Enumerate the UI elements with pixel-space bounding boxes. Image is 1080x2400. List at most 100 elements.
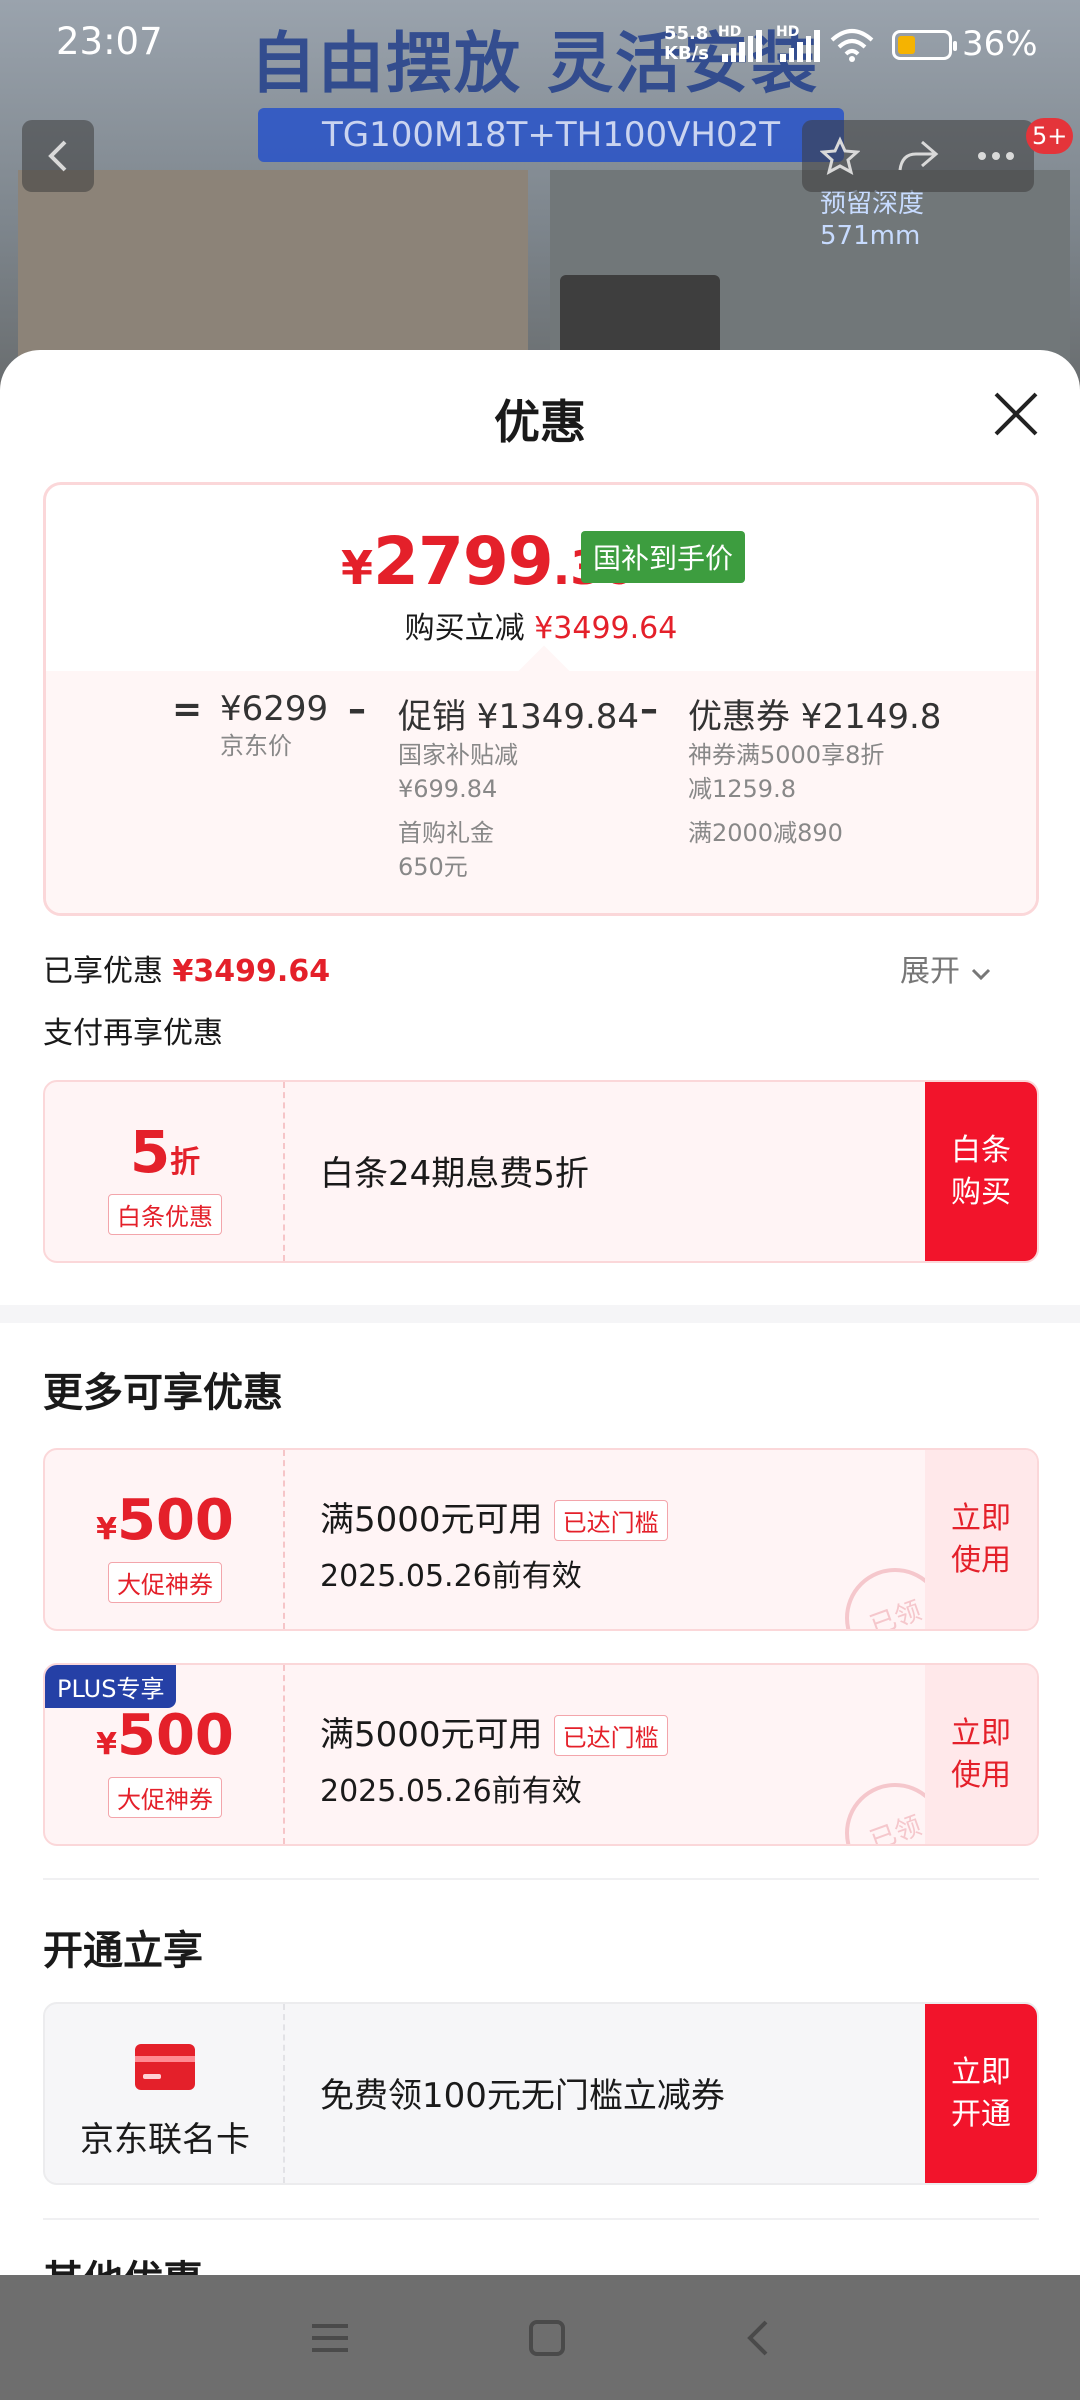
share-icon[interactable] — [896, 136, 940, 176]
star-icon[interactable] — [820, 136, 860, 176]
coupon-card: ¥500 大促神券 满5000元可用 已达门槛 2025.05.26前有效 已领… — [43, 1448, 1039, 1631]
divider — [43, 1878, 1039, 1880]
promo-item: 首购礼金 — [398, 819, 494, 847]
depth-value: 571mm — [820, 221, 921, 251]
coupon-item: 满2000减890 — [688, 819, 843, 847]
coupon-type-wrap: 大促神券 — [45, 1777, 285, 1818]
section-divider — [0, 1305, 1080, 1323]
coupon-currency: ¥ — [96, 1512, 117, 1547]
battery-icon — [892, 30, 957, 60]
baitiao-discount-value: 5折 — [45, 1118, 285, 1186]
base-price-label: 京东价 — [220, 732, 292, 760]
home-square-icon[interactable] — [527, 2318, 567, 2358]
card-name: 京东联名卡 — [80, 2120, 250, 2160]
pay-more-label: 支付再享优惠 — [43, 1016, 223, 1051]
coupon-amount-number: 500 — [116, 1488, 234, 1553]
system-nav-bar — [0, 2275, 1080, 2400]
claimed-stamp-text: 已领 — [866, 1595, 926, 1631]
depth-annotation: 预留深度 571mm — [820, 188, 924, 252]
coupon-status-tag: 已达门槛 — [553, 1500, 668, 1541]
instant-cut: 购买立减 ¥3499.64 — [46, 603, 1036, 647]
coupon-validity: 2025.05.26前有效 — [320, 1559, 582, 1594]
product-model: TG100M18T+TH100VH02T — [258, 108, 844, 162]
divider — [43, 2218, 1039, 2220]
promo-item: ¥699.84 — [398, 775, 498, 803]
sheet-title: 优惠 — [494, 395, 586, 449]
menu-icon[interactable] — [308, 2320, 352, 2356]
subsidy-price-tag: 国补到手价 — [581, 531, 746, 583]
card-offer-description: 免费领100元无门槛立减券 — [320, 2076, 725, 2116]
breakdown-minus-1: – — [348, 689, 366, 730]
minus-sign: – — [348, 689, 366, 730]
baitiao-tag: 白条优惠 — [108, 1194, 222, 1235]
enjoyed-amount: ¥3499.64 — [172, 954, 331, 989]
product-actions — [802, 120, 1034, 192]
enjoyed-label: 已享优惠 — [43, 954, 163, 989]
coupon-item: 神券满5000享8折 — [688, 741, 885, 769]
breakdown-base: ¥6299 京东价 — [220, 689, 328, 763]
discount-unit: 折 — [170, 1145, 201, 1180]
price-currency: ¥ — [341, 541, 374, 595]
baitiao-offer-card: 5折 白条优惠 白条24期息费5折 白条购买 — [43, 1080, 1039, 1263]
price-breakdown: = ¥6299 京东价 – 促销 ¥1349.84 国家补贴减 ¥699.84 … — [46, 671, 1036, 913]
breakdown-coupon: 优惠券 ¥2149.8 神券满5000享8折 减1259.8 满2000减890 — [688, 689, 941, 850]
expand-button[interactable]: 展开 — [900, 946, 992, 990]
close-icon[interactable] — [990, 388, 1042, 440]
price-integer: 2799 — [373, 523, 554, 600]
wifi-icon — [830, 29, 874, 62]
coupon-info: 满5000元可用 已达门槛 2025.05.26前有效 — [320, 1492, 668, 1595]
baitiao-discount: 5折 白条优惠 — [45, 1082, 285, 1261]
enjoyed-discount: 已享优惠 ¥3499.64 — [43, 946, 330, 990]
status-bar: 23:07 55.8 KB/s HD HD 36% — [0, 0, 1080, 90]
instant-cut-label: 购买立减 — [404, 611, 525, 646]
battery-percent: 36% — [962, 24, 1038, 64]
back-icon[interactable] — [742, 2318, 772, 2358]
promo-item: 650元 — [398, 853, 468, 881]
coupon-amount: ¥500 — [45, 1703, 285, 1768]
signal-icon-2 — [780, 28, 820, 62]
battery-level — [898, 36, 915, 54]
price-summary-card: ¥2799.36 国补到手价 购买立减 ¥3499.64 = ¥6299 京东价… — [43, 482, 1039, 916]
baitiao-tag-wrap: 白条优惠 — [45, 1194, 285, 1235]
clock: 23:07 — [56, 20, 163, 63]
base-price: ¥6299 — [220, 689, 329, 729]
depth-label: 预留深度 — [820, 189, 925, 219]
equals-sign: = — [172, 689, 203, 730]
discount-sheet: 优惠 ¥2799.36 国补到手价 购买立减 ¥3499.64 = ¥6299 … — [0, 350, 1080, 2275]
network-speed-unit: KB/s — [664, 43, 709, 64]
use-now-button[interactable]: 立即使用 — [925, 1450, 1037, 1629]
back-arrow-icon — [48, 140, 67, 172]
message-badge: 5+ — [1026, 118, 1074, 154]
coupon-value: ¥500 大促神券 — [45, 1450, 285, 1629]
coupon-type-tag: 大促神券 — [108, 1777, 222, 1818]
coupon-condition: 满5000元可用 — [320, 1715, 543, 1755]
plus-badge: PLUS专享 — [45, 1665, 177, 1708]
open-offers-title: 开通立享 — [43, 1928, 203, 1974]
instant-cut-amount: ¥3499.64 — [534, 611, 678, 646]
baitiao-description: 白条24期息费5折 — [320, 1154, 589, 1194]
more-offers-title: 更多可享优惠 — [43, 1370, 283, 1416]
expand-label: 展开 — [900, 954, 960, 989]
product-image-left — [18, 170, 528, 380]
other-offers-title: 其他优惠 — [43, 2248, 203, 2275]
signal-icon — [722, 28, 762, 62]
coupon-amount-number: 500 — [116, 1703, 234, 1768]
breakdown-promo: 促销 ¥1349.84 国家补贴减 ¥699.84 首购礼金 650元 — [398, 689, 639, 884]
network-speed: 55.8 KB/s — [664, 24, 709, 64]
more-icon[interactable] — [976, 150, 1016, 162]
coupon-card: PLUS专享 ¥500 大促神券 满5000元可用 已达门槛 2025.05.2… — [43, 1663, 1039, 1846]
coupon-info: 满5000元可用 已达门槛 2025.05.26前有效 — [320, 1707, 668, 1810]
claimed-stamp-text: 已领 — [866, 1810, 926, 1846]
use-now-button[interactable]: 立即使用 — [925, 1665, 1037, 1844]
credit-card-icon — [135, 2044, 195, 2090]
breakdown-equals: = — [172, 689, 202, 730]
back-button[interactable] — [22, 120, 94, 192]
open-now-button[interactable]: 立即开通 — [925, 2004, 1037, 2183]
breakdown-minus-2: – — [640, 689, 658, 730]
cobrand-card-offer: 京东联名卡 免费领100元无门槛立减券 立即开通 — [43, 2002, 1039, 2185]
minus-sign: – — [640, 689, 658, 730]
discount-number: 5 — [129, 1118, 171, 1186]
summary-top: ¥2799.36 国补到手价 购买立减 ¥3499.64 — [46, 485, 1036, 671]
baitiao-buy-button[interactable]: 白条购买 — [925, 1082, 1037, 1261]
chevron-down-icon — [971, 968, 990, 981]
